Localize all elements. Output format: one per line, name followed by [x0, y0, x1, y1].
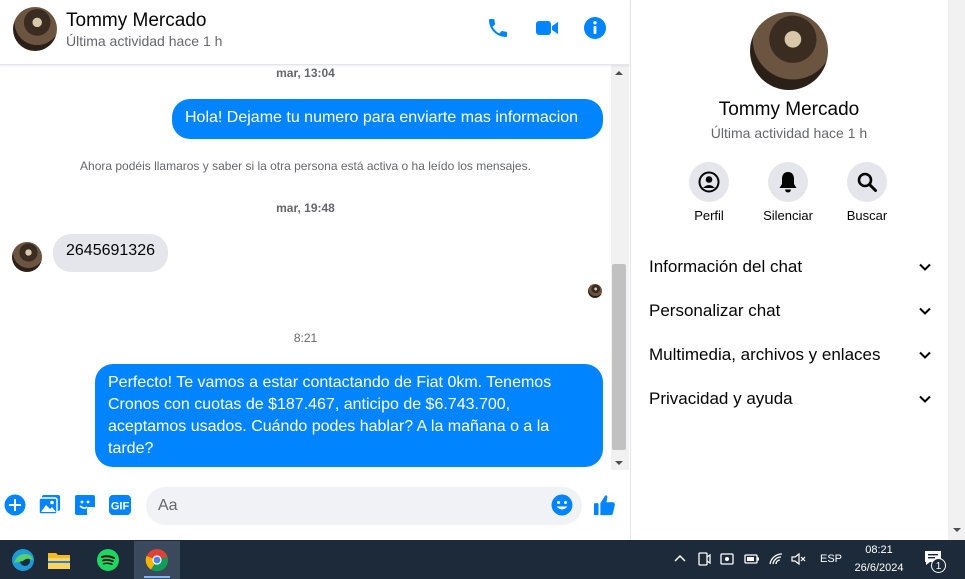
chevron-up-icon: [674, 554, 686, 562]
attach-photo-button[interactable]: [38, 493, 62, 517]
taskbar-chrome-active[interactable]: [134, 541, 180, 579]
chevron-down-icon: [919, 395, 931, 403]
volume-muted-icon: [791, 552, 806, 566]
video-call-button[interactable]: [534, 15, 560, 41]
tray-overflow-button[interactable]: [672, 551, 688, 567]
mute-button[interactable]: [768, 162, 808, 202]
sent-message[interactable]: Hola! Dejame tu numero para enviarte mas…: [172, 99, 603, 139]
tray-security[interactable]: [719, 551, 735, 567]
active-app-indicator: [144, 576, 170, 578]
search-icon: [857, 172, 877, 192]
contact-status: Última actividad hace 1 h: [66, 33, 223, 49]
search-action[interactable]: Buscar: [827, 162, 907, 223]
bell-icon: [779, 172, 797, 193]
gif-button[interactable]: GIF: [108, 493, 132, 517]
spotify-icon: [97, 549, 119, 571]
device-icon: [698, 552, 711, 566]
profile-button[interactable]: [689, 162, 729, 202]
info-button[interactable]: [582, 15, 608, 41]
security-icon: [720, 553, 734, 565]
emoji-button[interactable]: [550, 493, 574, 517]
clock-time[interactable]: 08:21: [854, 544, 904, 556]
profile-action[interactable]: Perfil: [669, 162, 749, 223]
chevron-down-icon: [919, 263, 931, 271]
sidebar-contact-name: Tommy Mercado: [718, 99, 860, 120]
timestamp: 8:21: [293, 331, 318, 345]
edge-browser-icon: [12, 549, 34, 571]
section-label: Privacidad y ayuda: [649, 389, 793, 408]
chrome-browser-icon: [145, 549, 169, 572]
contact-avatar[interactable]: [13, 7, 57, 51]
tray-meet-now[interactable]: [696, 551, 712, 567]
chat-header: Tommy Mercado Última actividad hace 1 h: [0, 0, 629, 65]
sticker-button[interactable]: [73, 493, 97, 517]
mute-label: Silenciar: [763, 208, 813, 223]
received-message[interactable]: 2645691326: [53, 234, 168, 272]
section-label: Personalizar chat: [649, 301, 781, 320]
profile-label: Perfil: [694, 208, 724, 223]
taskbar-file-explorer[interactable]: [36, 541, 82, 579]
plus-circle-icon: [4, 494, 26, 516]
contact-avatar-small[interactable]: [12, 242, 42, 272]
more-actions-button[interactable]: [3, 493, 27, 517]
section-customize-chat[interactable]: Personalizar chat: [649, 294, 933, 328]
chevron-down-icon: [919, 307, 931, 315]
section-chat-info[interactable]: Información del chat: [649, 250, 933, 284]
notification-count-badge: 1: [931, 558, 946, 573]
timestamp: mar, 19:48: [276, 201, 335, 215]
clock-date[interactable]: 26/6/2024: [849, 562, 909, 574]
info-icon: [584, 17, 606, 39]
scroll-up-arrow-icon[interactable]: [613, 68, 625, 78]
video-camera-icon: [536, 21, 558, 35]
phone-call-button[interactable]: [485, 15, 511, 41]
wifi-icon: [769, 553, 783, 565]
message-input[interactable]: [146, 487, 582, 525]
sidebar-scrollbar[interactable]: [948, 0, 965, 540]
sidebar-contact-status: Última actividad hace 1 h: [710, 125, 868, 141]
tray-battery[interactable]: [744, 551, 760, 567]
chat-scrollbar-thumb[interactable]: [612, 264, 626, 450]
sidebar-scroll-down-icon[interactable]: [952, 526, 962, 534]
svg-text:GIF: GIF: [111, 501, 130, 513]
contact-name[interactable]: Tommy Mercado: [66, 10, 206, 32]
gif-icon: GIF: [109, 495, 131, 515]
tray-volume[interactable]: [791, 551, 807, 567]
section-label: Información del chat: [649, 257, 803, 276]
section-media-files-links[interactable]: Multimedia, archivos y enlaces: [649, 338, 933, 372]
chevron-down-icon: [919, 351, 931, 359]
read-receipt-avatar: [588, 284, 602, 298]
chat-panel: Tommy Mercado Última actividad hace 1 h …: [0, 0, 629, 540]
section-label: Multimedia, archivos y enlaces: [649, 345, 881, 364]
sidebar-avatar[interactable]: [750, 12, 828, 90]
folder-icon: [48, 553, 70, 569]
sent-message[interactable]: Perfecto! Te vamos a estar contactando d…: [95, 364, 603, 467]
battery-icon: [744, 554, 759, 564]
thumbs-up-icon: [593, 495, 615, 516]
emoji-icon: [551, 494, 573, 516]
search-button[interactable]: [847, 162, 887, 202]
photo-icon: [38, 495, 60, 515]
mute-action[interactable]: Silenciar: [748, 162, 828, 223]
tray-network[interactable]: [768, 551, 784, 567]
profile-icon: [698, 171, 720, 193]
message-list: mar, 13:04 Hola! Dejame tu numero para e…: [0, 64, 611, 470]
timestamp: mar, 13:04: [276, 66, 335, 80]
taskbar-spotify[interactable]: [85, 541, 131, 579]
search-label: Buscar: [846, 208, 888, 223]
sticker-icon: [75, 495, 95, 515]
phone-icon: [489, 19, 507, 37]
section-privacy-help[interactable]: Privacidad y ayuda: [649, 382, 933, 416]
language-indicator[interactable]: ESP: [820, 553, 842, 565]
like-button[interactable]: [593, 493, 617, 517]
system-notice: Ahora podéis llamaros y saber si la otra…: [80, 159, 531, 173]
scroll-down-arrow-icon[interactable]: [613, 458, 625, 468]
